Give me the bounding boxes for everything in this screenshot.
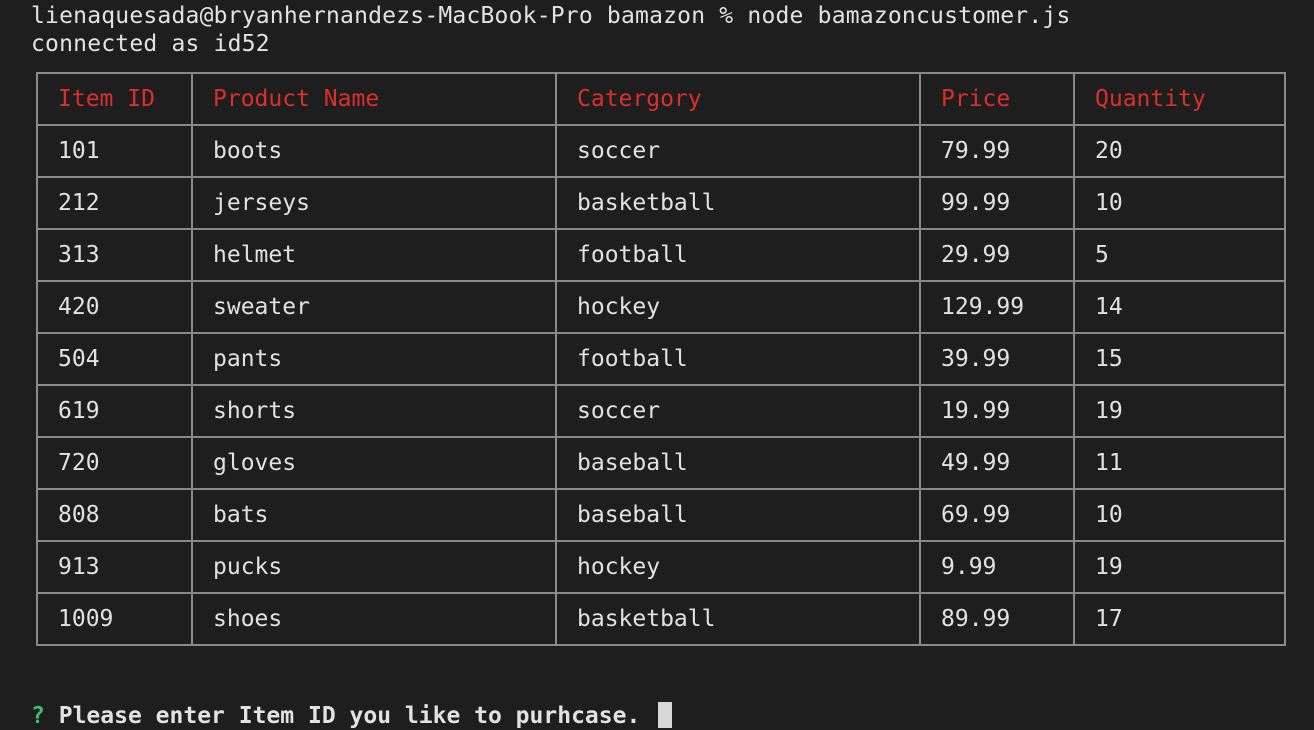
prompt-question-text: Please enter Item ID you like to purhcas… <box>58 703 641 729</box>
cell-item-id: 101 <box>36 124 193 178</box>
cell-price: 129.99 <box>919 280 1075 334</box>
cell-price: 29.99 <box>919 228 1075 282</box>
table-row: 619 shorts soccer 19.99 19 <box>36 384 1286 438</box>
cell-quantity: 10 <box>1073 176 1286 230</box>
cell-category: baseball <box>555 436 921 490</box>
cell-price: 89.99 <box>919 592 1075 646</box>
cell-product-name: shoes <box>191 592 557 646</box>
command-line: lienaquesada@bryanhernandezs-MacBook-Pro… <box>31 3 1071 29</box>
cell-item-id: 619 <box>36 384 193 438</box>
cell-category: football <box>555 228 921 282</box>
table-row: 313 helmet football 29.99 5 <box>36 228 1286 282</box>
cell-category: baseball <box>555 488 921 542</box>
cell-quantity: 5 <box>1073 228 1286 282</box>
cell-quantity: 17 <box>1073 592 1286 646</box>
table-row: 420 sweater hockey 129.99 14 <box>36 280 1286 334</box>
cell-price: 69.99 <box>919 488 1075 542</box>
header-item-id: Item ID <box>36 72 193 126</box>
cell-quantity: 19 <box>1073 540 1286 594</box>
cell-category: soccer <box>555 384 921 438</box>
table-row: 504 pants football 39.99 15 <box>36 332 1286 386</box>
header-price: Price <box>919 72 1075 126</box>
cell-quantity: 14 <box>1073 280 1286 334</box>
header-category: Catergory <box>555 72 921 126</box>
cell-quantity: 15 <box>1073 332 1286 386</box>
cell-item-id: 913 <box>36 540 193 594</box>
cell-category: football <box>555 332 921 386</box>
cell-item-id: 504 <box>36 332 193 386</box>
input-prompt[interactable]: ? Please enter Item ID you like to purhc… <box>31 702 673 730</box>
cell-item-id: 808 <box>36 488 193 542</box>
cell-category: hockey <box>555 540 921 594</box>
cell-product-name: shorts <box>191 384 557 438</box>
header-quantity: Quantity <box>1073 72 1286 126</box>
prompt-question-mark: ? <box>31 703 45 729</box>
table-row: 1009 shoes basketball 89.99 17 <box>36 592 1286 646</box>
cell-quantity: 20 <box>1073 124 1286 178</box>
cell-category: basketball <box>555 176 921 230</box>
terminal-window[interactable]: lienaquesada@bryanhernandezs-MacBook-Pro… <box>0 0 1314 730</box>
cell-quantity: 10 <box>1073 488 1286 542</box>
table-row: 808 bats baseball 69.99 10 <box>36 488 1286 542</box>
cell-category: hockey <box>555 280 921 334</box>
cell-product-name: sweater <box>191 280 557 334</box>
cell-item-id: 313 <box>36 228 193 282</box>
table-header-row: Item ID Product Name Catergory Price Qua… <box>36 72 1286 126</box>
cell-product-name: helmet <box>191 228 557 282</box>
cell-item-id: 420 <box>36 280 193 334</box>
cell-product-name: pucks <box>191 540 557 594</box>
cell-price: 79.99 <box>919 124 1075 178</box>
cell-product-name: boots <box>191 124 557 178</box>
cell-item-id: 212 <box>36 176 193 230</box>
cell-category: soccer <box>555 124 921 178</box>
cell-category: basketball <box>555 592 921 646</box>
header-product-name: Product Name <box>191 72 557 126</box>
cell-price: 49.99 <box>919 436 1075 490</box>
cell-quantity: 19 <box>1073 384 1286 438</box>
cell-price: 19.99 <box>919 384 1075 438</box>
cell-quantity: 11 <box>1073 436 1286 490</box>
table-row: 720 gloves baseball 49.99 11 <box>36 436 1286 490</box>
cell-price: 39.99 <box>919 332 1075 386</box>
table-row: 913 pucks hockey 9.99 19 <box>36 540 1286 594</box>
text-cursor[interactable] <box>658 702 673 728</box>
cell-product-name: pants <box>191 332 557 386</box>
table-row: 101 boots soccer 79.99 20 <box>36 124 1286 178</box>
cell-price: 9.99 <box>919 540 1075 594</box>
cell-product-name: bats <box>191 488 557 542</box>
cell-item-id: 720 <box>36 436 193 490</box>
table-row: 212 jerseys basketball 99.99 10 <box>36 176 1286 230</box>
cell-item-id: 1009 <box>36 592 193 646</box>
cell-product-name: jerseys <box>191 176 557 230</box>
connection-status: connected as id52 <box>31 31 270 57</box>
products-table: Item ID Product Name Catergory Price Qua… <box>36 72 1286 646</box>
cell-price: 99.99 <box>919 176 1075 230</box>
cell-product-name: gloves <box>191 436 557 490</box>
